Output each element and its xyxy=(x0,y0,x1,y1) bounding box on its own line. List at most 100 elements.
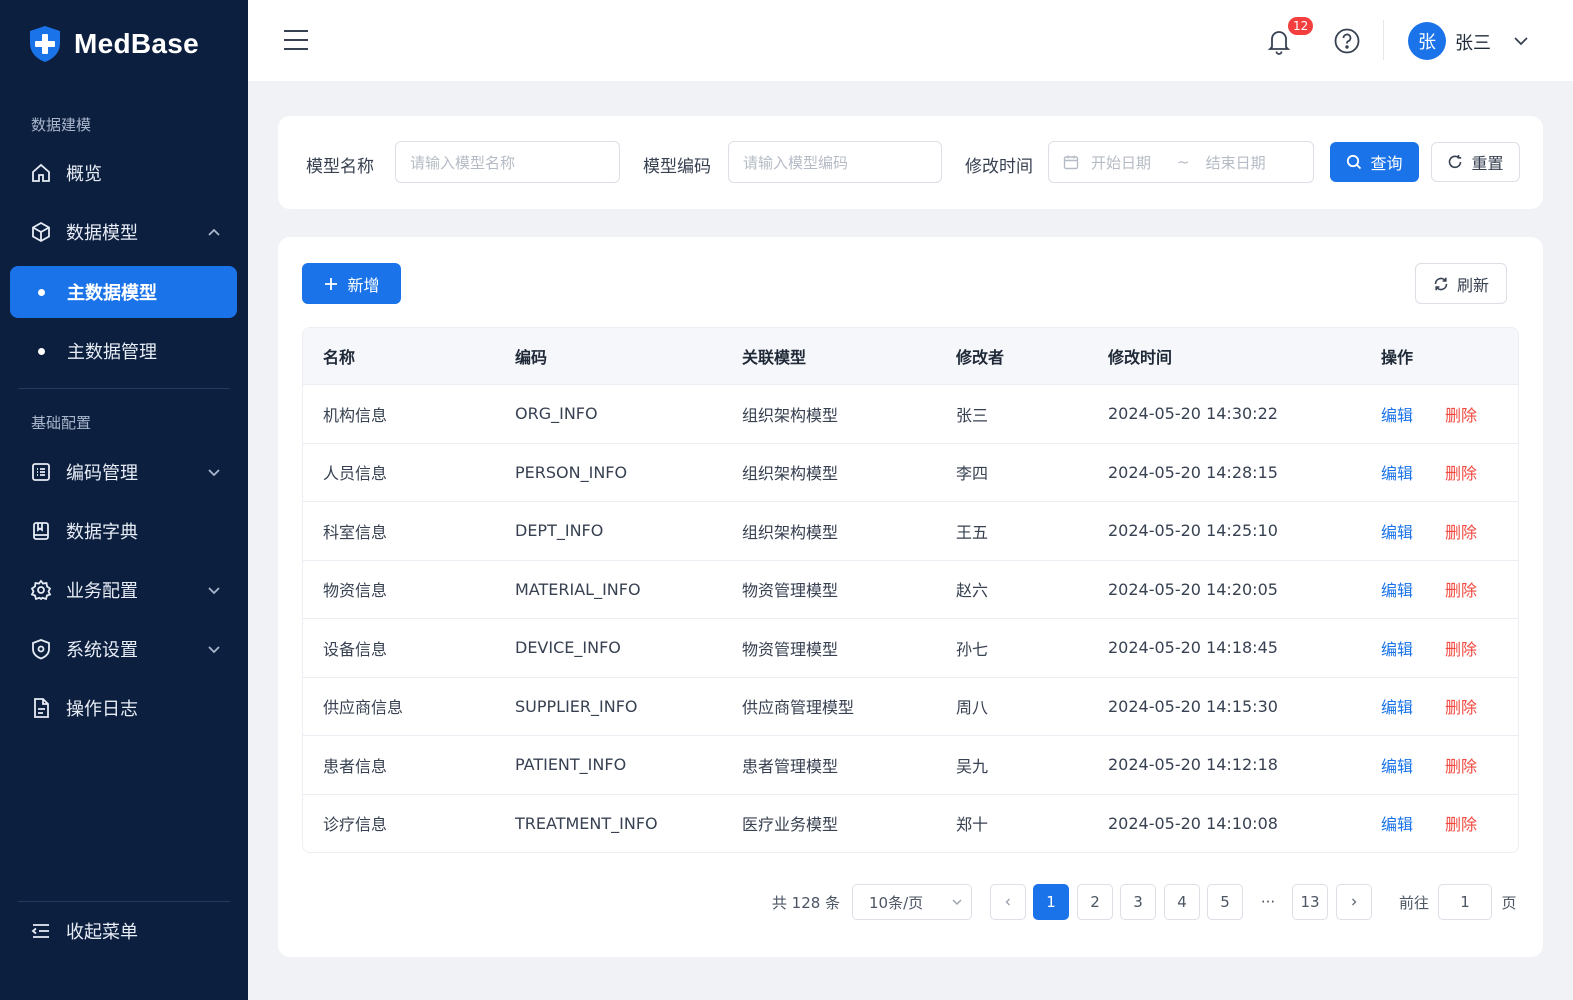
cell-code: MATERIAL_INFO xyxy=(515,579,641,599)
data-table: 名称 编码 关联模型 修改者 修改时间 操作 机构信息 ORG_INFO 组织架构模… xyxy=(302,327,1519,853)
delete-link[interactable]: 删除 xyxy=(1445,640,1477,659)
sidebar: MedBase 数据建模 概览 数据模型 主数据模型 主数据管理 基础配置 编码… xyxy=(0,0,248,1000)
sidebar-item-label: 业务配置 xyxy=(66,581,138,602)
prev-page-button[interactable] xyxy=(990,884,1026,920)
page-button-2[interactable]: 2 xyxy=(1077,884,1113,920)
help-icon[interactable] xyxy=(1333,27,1361,55)
model-name-input[interactable]: 请输入模型名称 xyxy=(395,141,620,183)
end-date-input[interactable]: 结束日期 xyxy=(1206,152,1266,173)
cell-actions: 编辑 删除 xyxy=(1361,753,1518,777)
sidebar-item-master-manage[interactable]: 主数据管理 xyxy=(10,325,237,377)
column-header-code[interactable]: 编码 xyxy=(495,344,722,368)
model-name-label: 模型名称 xyxy=(306,157,374,177)
avatar[interactable]: 张 xyxy=(1408,22,1446,60)
sidebar-item-data-model[interactable]: 数据模型 xyxy=(10,206,237,258)
goto-page-input[interactable]: 1 xyxy=(1438,884,1492,920)
bullet-dot xyxy=(38,347,45,355)
table-row: 物资信息 MATERIAL_INFO 物资管理模型 赵六 2024-05-20 14:2… xyxy=(303,559,1518,619)
page-button-1[interactable]: 1 xyxy=(1033,884,1069,920)
page-button-3[interactable]: 3 xyxy=(1120,884,1156,920)
delete-link[interactable]: 删除 xyxy=(1445,698,1477,717)
sidebar-item-system-settings[interactable]: 系统设置 xyxy=(10,623,237,675)
sidebar-divider xyxy=(18,388,230,389)
sidebar-item-master-model[interactable]: 主数据模型 xyxy=(10,266,237,318)
delete-link[interactable]: 删除 xyxy=(1445,406,1477,425)
sidebar-item-label: 概览 xyxy=(66,164,102,185)
cell-modifier: 张三 xyxy=(956,405,989,425)
calendar-icon xyxy=(1063,155,1079,170)
sidebar-item-data-dict[interactable]: 数据字典 xyxy=(10,505,237,557)
top-header: 12 张 张三 xyxy=(248,0,1573,81)
chevron-down-icon xyxy=(208,469,220,477)
sidebar-item-label: 系统设置 xyxy=(66,640,138,661)
date-range-picker[interactable]: 开始日期 ~ 结束日期 xyxy=(1048,141,1314,183)
reset-button[interactable]: 重置 xyxy=(1431,142,1520,182)
model-code-input[interactable]: 请输入模型编码 xyxy=(728,141,942,183)
sidebar-item-business-config[interactable]: 业务配置 xyxy=(10,564,237,616)
edit-link[interactable]: 编辑 xyxy=(1381,406,1413,425)
column-header-modified-time[interactable]: 修改时间 xyxy=(1088,344,1361,368)
chevron-down-icon xyxy=(208,646,220,654)
cube-icon xyxy=(30,221,52,243)
cell-name: 科室信息 xyxy=(323,522,388,542)
cell-modifier: 郑十 xyxy=(956,815,989,835)
sidebar-item-label: 编码管理 xyxy=(66,463,138,484)
next-page-button[interactable] xyxy=(1336,884,1372,920)
sidebar-item-operation-log[interactable]: 操作日志 xyxy=(10,682,237,734)
cell-modified-time: 2024-05-20 14:15:30 xyxy=(1108,696,1278,716)
sidebar-item-code-manage[interactable]: 编码管理 xyxy=(10,446,237,498)
list-icon xyxy=(30,461,52,483)
app-name: MedBase xyxy=(74,28,200,59)
cell-related-model: 组织架构模型 xyxy=(742,464,839,484)
model-code-label: 模型编码 xyxy=(643,157,711,177)
sidebar-item-overview[interactable]: 概览 xyxy=(10,147,237,199)
page-button-5[interactable]: 5 xyxy=(1207,884,1243,920)
cell-modified-time: 2024-05-20 14:18:45 xyxy=(1108,638,1278,658)
user-name[interactable]: 张三 xyxy=(1455,29,1491,55)
delete-link[interactable]: 删除 xyxy=(1445,464,1477,483)
hamburger-menu-icon[interactable] xyxy=(282,28,310,52)
app-logo[interactable]: MedBase xyxy=(28,24,199,64)
edit-link[interactable]: 编辑 xyxy=(1381,581,1413,600)
delete-link[interactable]: 删除 xyxy=(1445,523,1477,542)
cell-modified-time: 2024-05-20 14:10:08 xyxy=(1108,813,1278,833)
table-row: 设备信息 DEVICE_INFO 物资管理模型 孙七 2024-05-20 14:18:… xyxy=(303,618,1518,677)
sidebar-item-label: 数据模型 xyxy=(66,223,138,244)
query-button[interactable]: 查询 xyxy=(1330,142,1419,182)
table-row: 患者信息 PATIENT_INFO 患者管理模型 吴九 2024-05-20 14:12… xyxy=(303,735,1518,794)
page-button-4[interactable]: 4 xyxy=(1164,884,1200,920)
edit-link[interactable]: 编辑 xyxy=(1381,464,1413,483)
chevron-down-icon xyxy=(208,587,220,595)
cell-name: 诊疗信息 xyxy=(323,815,388,835)
edit-link[interactable]: 编辑 xyxy=(1381,815,1413,834)
column-header-modifier[interactable]: 修改者 xyxy=(936,344,1088,368)
cell-related-model: 医疗业务模型 xyxy=(742,815,839,835)
edit-link[interactable]: 编辑 xyxy=(1381,757,1413,776)
cell-actions: 编辑 删除 xyxy=(1361,636,1518,660)
edit-link[interactable]: 编辑 xyxy=(1381,698,1413,717)
page-size-select[interactable]: 10条/页 xyxy=(852,884,972,920)
table-body: 机构信息 ORG_INFO 组织架构模型 张三 2024-05-20 14:30:22 编… xyxy=(303,384,1518,852)
pagination-total: 共 128 条 xyxy=(771,893,841,912)
refresh-button[interactable]: 刷新 xyxy=(1415,263,1507,304)
collapse-menu-button[interactable]: 收起菜单 xyxy=(10,905,237,957)
delete-link[interactable]: 删除 xyxy=(1445,757,1477,776)
cell-related-model: 组织架构模型 xyxy=(742,405,839,425)
page-button-13[interactable]: 13 xyxy=(1292,884,1328,920)
collapse-menu-label: 收起菜单 xyxy=(66,922,138,943)
edit-link[interactable]: 编辑 xyxy=(1381,523,1413,542)
goto-suffix: 页 xyxy=(1501,893,1517,912)
chevron-down-icon[interactable] xyxy=(1513,34,1529,48)
pagination-ellipsis[interactable]: ··· xyxy=(1250,884,1286,920)
column-header-name[interactable]: 名称 xyxy=(303,344,495,368)
cell-modifier: 周八 xyxy=(956,698,989,718)
column-header-related-model[interactable]: 关联模型 xyxy=(722,344,936,368)
add-button[interactable]: 新增 xyxy=(302,263,401,304)
cell-modifier: 孙七 xyxy=(956,639,989,659)
table-row: 机构信息 ORG_INFO 组织架构模型 张三 2024-05-20 14:30:22 编… xyxy=(303,384,1518,443)
add-button-label: 新增 xyxy=(347,275,380,295)
delete-link[interactable]: 删除 xyxy=(1445,815,1477,834)
start-date-input[interactable]: 开始日期 xyxy=(1091,152,1151,173)
edit-link[interactable]: 编辑 xyxy=(1381,640,1413,659)
delete-link[interactable]: 删除 xyxy=(1445,581,1477,600)
